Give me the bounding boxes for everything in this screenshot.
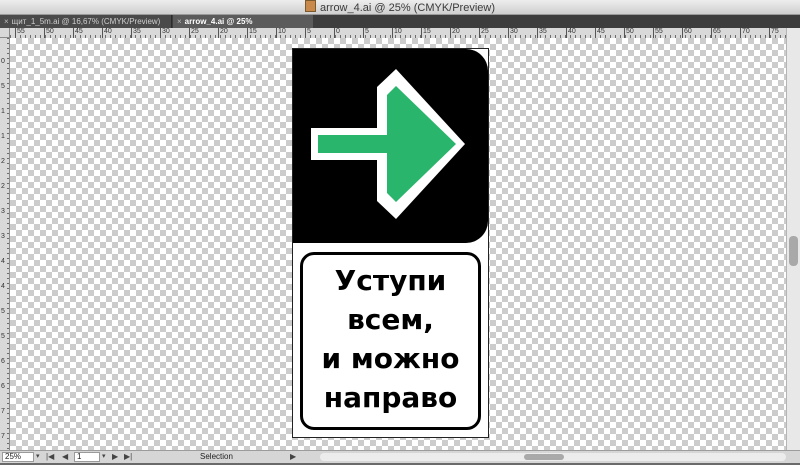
ruler-tick-label: 2 <box>1 158 5 165</box>
ruler-tick-label: 1 <box>1 133 5 140</box>
zoom-field[interactable]: 25% <box>2 452 34 462</box>
ruler-tick-label: 2 <box>1 183 5 190</box>
sign-text-line: направо <box>323 381 458 414</box>
ruler-tick-label: 7 <box>1 408 5 415</box>
ruler-tick-label: 5 <box>1 308 5 315</box>
ruler-tick-label: 55 <box>15 28 25 38</box>
ruler-tick-label: 50 <box>44 28 54 38</box>
document-icon <box>305 0 316 12</box>
ruler-tick-label: 10 <box>276 28 286 38</box>
ruler-tick-label: 4 <box>1 283 5 290</box>
ruler-tick-label: 15 <box>421 28 431 38</box>
vertical-ruler[interactable]: 05112233445566778 <box>0 38 10 465</box>
window-title-bar: arrow_4.ai @ 25% (CMYK/Preview) <box>0 0 800 15</box>
ruler-tick-label: 20 <box>450 28 460 38</box>
vertical-scroll-thumb[interactable] <box>789 236 798 266</box>
ruler-tick-label: 0 <box>1 58 5 65</box>
sign-text-line: и можно <box>321 342 460 375</box>
ruler-origin[interactable] <box>0 28 10 38</box>
ruler-tick-label: 20 <box>218 28 228 38</box>
ruler-tick-label: 0 <box>334 28 340 38</box>
ruler-tick-label: 5 <box>1 83 5 90</box>
horizontal-scrollbar[interactable] <box>320 453 786 461</box>
ruler-tick-label: 10 <box>392 28 402 38</box>
ruler-tick-label: 45 <box>595 28 605 38</box>
ruler-tick-label: 6 <box>1 358 5 365</box>
window-title-text: arrow_4.ai @ 25% (CMYK/Preview) <box>320 2 495 14</box>
ruler-tick-label: 4 <box>1 258 5 265</box>
ruler-tick-label: 5 <box>1 333 5 340</box>
ruler-tick-label: 40 <box>566 28 576 38</box>
ruler-tick-label: 35 <box>131 28 141 38</box>
zoom-dropdown-icon[interactable]: ▾ <box>36 451 40 463</box>
horizontal-scroll-thumb[interactable] <box>524 454 564 460</box>
sign-text-plate: Уступи всем, и можно направо <box>300 252 481 430</box>
ruler-tick-label: 55 <box>653 28 663 38</box>
next-artboard-button[interactable]: ▶ <box>112 451 118 463</box>
current-tool-status: Selection <box>200 452 233 461</box>
ruler-tick-label: 50 <box>624 28 634 38</box>
ruler-tick-label: 6 <box>1 383 5 390</box>
sign-text: Уступи всем, и можно направо <box>303 261 478 417</box>
ruler-tick-label: 45 <box>73 28 83 38</box>
ruler-tick-label: 65 <box>711 28 721 38</box>
ruler-tick-label: 40 <box>102 28 112 38</box>
ruler-tick-label: 25 <box>479 28 489 38</box>
ruler-tick-label: 35 <box>537 28 547 38</box>
sign-text-line: всем, <box>347 303 434 336</box>
last-artboard-button[interactable]: ▶| <box>124 451 132 463</box>
vertical-scrollbar[interactable] <box>786 28 800 450</box>
artboard[interactable]: Уступи всем, и можно направо <box>292 48 489 438</box>
ruler-tick-label: 60 <box>682 28 692 38</box>
ruler-tick-label: 30 <box>160 28 170 38</box>
status-bar: 25% ▾ |◀ ◀ 1 ▾ ▶ ▶| Selection ▶ <box>0 450 800 463</box>
tab-label: щит_1_5m.ai @ 16,67% (CMYK/Preview) <box>11 17 161 26</box>
previous-artboard-button[interactable]: ◀ <box>62 451 68 463</box>
tab-close-icon[interactable]: × <box>177 15 182 28</box>
window-title: arrow_4.ai @ 25% (CMYK/Preview) <box>0 0 800 14</box>
tab-shchit[interactable]: × щит_1_5m.ai @ 16,67% (CMYK/Preview) <box>0 15 172 28</box>
green-arrow-icon[interactable] <box>293 49 488 243</box>
ruler-tick-label: 70 <box>740 28 750 38</box>
first-artboard-button[interactable]: |◀ <box>46 451 54 463</box>
tab-arrow-4[interactable]: ×arrow_4.ai @ 25% (CMYK/Preview) <box>173 15 313 39</box>
ruler-tick-label: 3 <box>1 208 5 215</box>
ruler-tick-label: 15 <box>247 28 257 38</box>
document-tab-bar: × щит_1_5m.ai @ 16,67% (CMYK/Preview) × ar… <box>0 15 800 39</box>
ruler-tick-label: 7 <box>1 433 5 440</box>
ruler-tick-label: 1 <box>1 108 5 115</box>
ruler-tick-label: 30 <box>508 28 518 38</box>
artboard-dropdown-icon[interactable]: ▾ <box>102 451 106 463</box>
ruler-tick-label: 75 <box>769 28 779 38</box>
ruler-tick-label: 3 <box>1 233 5 240</box>
sign-text-line: Уступи <box>334 264 447 297</box>
ruler-tick-label: 5 <box>363 28 369 38</box>
artboard-number-field[interactable]: 1 <box>74 452 100 462</box>
tab-close-icon[interactable]: × <box>4 15 9 28</box>
ruler-tick-label: 25 <box>189 28 199 38</box>
status-menu-arrow-icon[interactable]: ▶ <box>290 451 296 463</box>
ruler-tick-label: 5 <box>305 28 311 38</box>
